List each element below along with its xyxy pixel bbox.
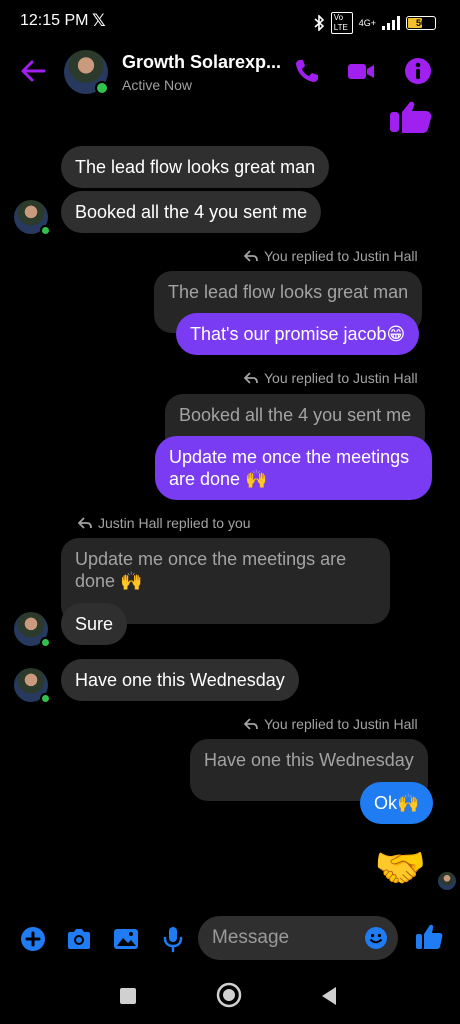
status-time: 12:15 PM (20, 12, 89, 29)
system-nav-bar (0, 976, 460, 1020)
back-arrow-icon[interactable] (18, 56, 48, 86)
outgoing-message[interactable]: Ok🙌 (360, 782, 434, 824)
reply-context: You replied to Justin Hall (244, 370, 418, 386)
reply-note-text: You replied to Justin Hall (264, 248, 418, 264)
thumbs-up-icon[interactable] (414, 922, 444, 952)
reply-context: You replied to Justin Hall (244, 248, 418, 264)
sender-avatar[interactable] (14, 612, 51, 648)
back-button[interactable] (320, 986, 338, 1006)
incoming-message[interactable]: Sure (61, 603, 128, 645)
quoted-line: Update me once the meetings are (75, 549, 347, 569)
outgoing-message[interactable]: Update me once the meetings are done 🙌 (155, 436, 432, 500)
network-type: 4G+ (358, 18, 376, 28)
incoming-message[interactable]: The lead flow looks great man (61, 146, 330, 188)
reply-context: You replied to Justin Hall (244, 716, 418, 732)
online-indicator (40, 225, 51, 236)
incoming-message[interactable]: Have one this Wednesday (61, 659, 299, 701)
volte-badge: Vo LTE (330, 12, 353, 34)
chat-header: Growth Solarexp... Active Now (0, 44, 460, 100)
reply-note-text: You replied to Justin Hall (264, 370, 418, 386)
sender-avatar[interactable] (14, 200, 51, 236)
reply-arrow-icon (244, 372, 258, 384)
x-logo-icon: 𝕏 (92, 11, 106, 30)
plus-circle-icon[interactable] (18, 924, 48, 954)
contact-name[interactable]: Growth Solarexp... (122, 52, 281, 73)
outgoing-message[interactable]: That's our promise jacob😁 (176, 313, 420, 355)
online-indicator (40, 693, 51, 704)
online-indicator (40, 637, 51, 648)
signal-icon (382, 16, 400, 30)
phone-icon[interactable] (292, 56, 322, 86)
sender-avatar[interactable] (14, 668, 51, 704)
sent-thumbs-up-icon (390, 101, 432, 133)
status-bar: 12:15 PM 𝕏 Vo LTE 4G+ 50 (0, 0, 460, 44)
message-line: are done 🙌 (169, 469, 268, 489)
reply-context: Justin Hall replied to you (78, 515, 251, 531)
message-line: Update me once the meetings (169, 447, 410, 467)
message-input[interactable] (212, 916, 362, 960)
microphone-icon[interactable] (158, 924, 188, 954)
message-field[interactable] (198, 916, 398, 960)
home-button[interactable] (216, 982, 242, 1008)
battery-icon: 50 (406, 16, 436, 30)
handshake-sticker[interactable]: 🤝 (374, 844, 426, 893)
recents-button[interactable] (120, 988, 136, 1004)
online-indicator (95, 81, 109, 95)
reply-arrow-icon (244, 250, 258, 262)
camera-icon[interactable] (64, 924, 94, 954)
status-indicators: Vo LTE 4G+ 50 (313, 12, 436, 34)
reply-note-text: Justin Hall replied to you (98, 515, 251, 531)
info-icon[interactable] (403, 56, 433, 86)
reply-arrow-icon (78, 517, 92, 529)
reply-note-text: You replied to Justin Hall (264, 716, 418, 732)
contact-presence: Active Now (122, 77, 193, 93)
image-icon[interactable] (111, 924, 141, 954)
reply-arrow-icon (244, 718, 258, 730)
emoji-icon[interactable] (364, 926, 388, 950)
quoted-line: done 🙌 (75, 571, 143, 591)
battery-level: 50 (415, 18, 426, 28)
seen-avatar (438, 872, 456, 890)
video-camera-icon[interactable] (346, 56, 376, 86)
message-composer (0, 914, 460, 964)
incoming-message[interactable]: Booked all the 4 you sent me (61, 191, 322, 233)
bluetooth-icon (314, 15, 324, 31)
